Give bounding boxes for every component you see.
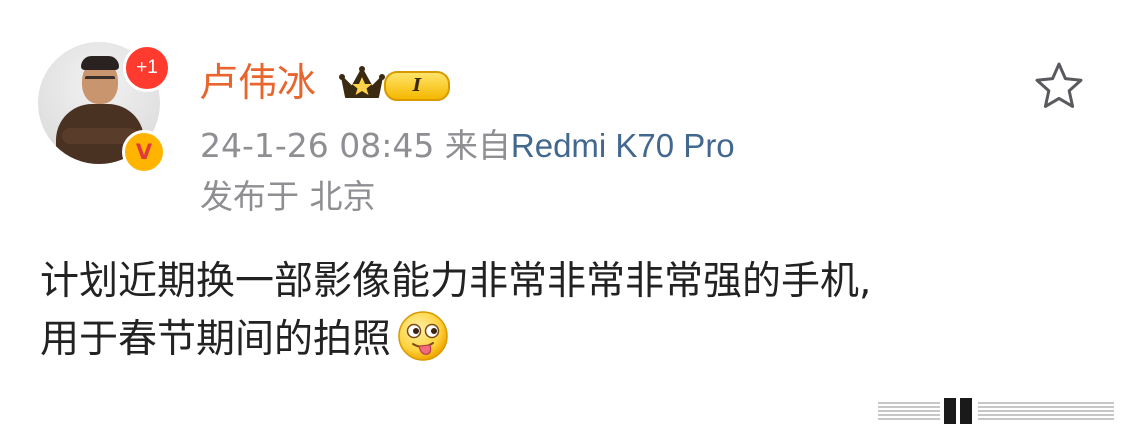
source-prefix: 来自	[444, 126, 511, 165]
post-text-line: 计划近期换一部影像能力非常非常非常强的手机,	[40, 259, 872, 304]
post-text: 计划近期换一部影像能力非常非常非常强的手机, 用于春节期间的拍照	[40, 254, 1100, 368]
username[interactable]: 卢伟冰	[199, 58, 316, 110]
tongue-out-emoji	[398, 311, 448, 361]
location-prefix: 发布于	[200, 177, 299, 216]
star-icon[interactable]	[1033, 60, 1085, 112]
post-text-line-content: 用于春节期间的拍照	[40, 317, 392, 362]
watermark-icon	[878, 398, 1114, 424]
notification-badge: +1	[123, 44, 171, 92]
device-link[interactable]: Redmi K70 Pro	[511, 127, 735, 164]
verified-v-icon: V	[122, 130, 166, 174]
post-text-line: 用于春节期间的拍照	[40, 310, 1100, 368]
member-level-badge[interactable]: I	[384, 71, 450, 101]
location-name: 北京	[309, 177, 376, 216]
avatar-glasses-shape	[85, 76, 115, 87]
avatar-hair-shape	[81, 56, 119, 70]
post-location: 发布于 北京	[200, 175, 376, 219]
post-timestamp: 24-1-26 08:45	[200, 126, 435, 165]
crown-icon	[339, 66, 385, 98]
post-meta: 24-1-26 08:45 来自Redmi K70 Pro	[200, 124, 735, 168]
